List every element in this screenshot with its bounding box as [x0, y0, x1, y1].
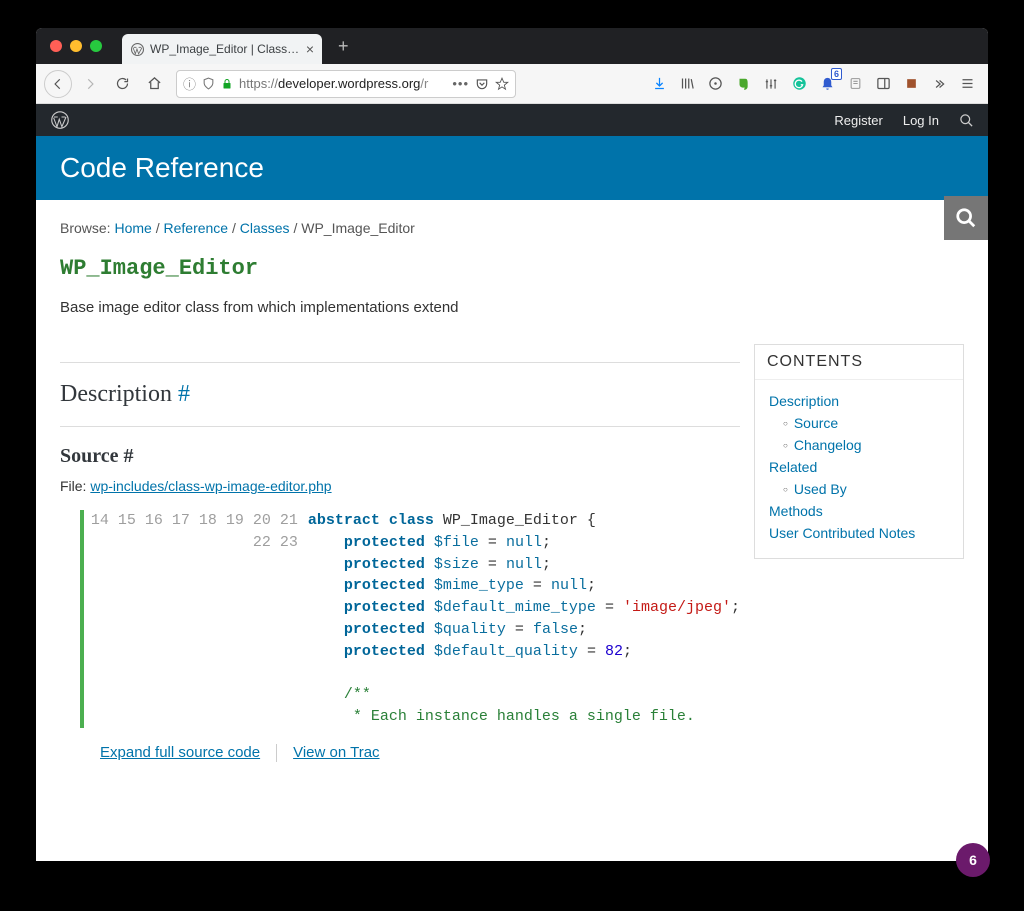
back-button[interactable] [44, 70, 72, 98]
page-header-title: Code Reference [60, 152, 964, 184]
url-text: https://developer.wordpress.org/r [239, 76, 446, 91]
url-bar[interactable]: ⓘ https://developer.wordpress.org/r ••• [176, 70, 516, 98]
new-tab-button[interactable]: + [330, 36, 357, 57]
download-icon[interactable] [646, 70, 672, 98]
extension-doc-icon[interactable] [842, 70, 868, 98]
page-header: Code Reference [36, 136, 988, 200]
forward-button[interactable] [76, 70, 104, 98]
wp-admin-bar: Register Log In [36, 104, 988, 136]
toc-used-by[interactable]: Used By [783, 478, 949, 500]
browser-toolbar: ⓘ https://developer.wordpress.org/r ••• [36, 64, 988, 104]
extension-circle-icon[interactable] [702, 70, 728, 98]
breadcrumb-home[interactable]: Home [114, 220, 151, 236]
code-content: abstract class WP_Image_Editor { protect… [308, 510, 740, 728]
page-actions-icon[interactable]: ••• [452, 76, 469, 91]
expand-source-link[interactable]: Expand full source code [100, 744, 260, 761]
login-link[interactable]: Log In [903, 113, 939, 128]
description-anchor[interactable]: # [178, 381, 190, 407]
register-link[interactable]: Register [834, 113, 882, 128]
toc-related[interactable]: Related [769, 456, 949, 478]
extensions-row: 6 [646, 70, 980, 98]
source-file-line: File: wp-includes/class-wp-image-editor.… [60, 478, 740, 494]
source-file-link[interactable]: wp-includes/class-wp-image-editor.php [90, 478, 331, 494]
shield-icon[interactable] [202, 77, 215, 90]
browser-window: WP_Image_Editor | Class | Word × + ⓘ [36, 28, 988, 861]
wordpress-logo-icon[interactable] [50, 110, 70, 130]
toc-source[interactable]: Source [783, 412, 949, 434]
source-anchor[interactable]: # [124, 445, 134, 467]
main-column: Description # Source # File: wp-includes… [60, 344, 740, 762]
library-icon[interactable] [674, 70, 700, 98]
grammarly-icon[interactable] [786, 70, 812, 98]
minimize-window-button[interactable] [70, 40, 82, 52]
contents-box: CONTENTS Description Source Changelog Re… [754, 344, 964, 559]
window-controls [44, 40, 114, 52]
tab-title: WP_Image_Editor | Class | Word [150, 42, 300, 56]
sidebar-toggle-icon[interactable] [870, 70, 896, 98]
search-fab-button[interactable] [944, 196, 988, 240]
pocket-icon[interactable] [475, 77, 489, 91]
tab-close-icon[interactable]: × [306, 41, 314, 57]
notification-bell-icon[interactable]: 6 [814, 70, 840, 98]
scroll-count-badge[interactable]: 6 [956, 843, 990, 877]
breadcrumb-prefix: Browse: [60, 220, 111, 236]
breadcrumb: Browse: Home / Reference / Classes / WP_… [60, 220, 964, 236]
source-heading: Source # [60, 445, 740, 468]
close-window-button[interactable] [50, 40, 62, 52]
extension-sliders-icon[interactable] [758, 70, 784, 98]
wordpress-favicon-icon [130, 42, 144, 56]
breadcrumb-reference[interactable]: Reference [164, 220, 229, 236]
reload-button[interactable] [108, 70, 136, 98]
toc-methods[interactable]: Methods [769, 500, 949, 522]
titlebar: WP_Image_Editor | Class | Word × + [36, 28, 988, 64]
class-summary: Base image editor class from which imple… [60, 299, 964, 316]
description-heading: Description # [60, 381, 740, 408]
extension-square-icon[interactable] [898, 70, 924, 98]
search-top-icon[interactable] [959, 113, 974, 128]
notification-badge: 6 [831, 68, 842, 80]
source-code-block: 14 15 16 17 18 19 20 21 22 23 abstract c… [80, 510, 740, 728]
toc-user-notes[interactable]: User Contributed Notes [769, 522, 949, 544]
lock-icon[interactable] [221, 78, 233, 90]
menu-hamburger-icon[interactable] [954, 70, 980, 98]
evernote-icon[interactable] [730, 70, 756, 98]
page-title: WP_Image_Editor [60, 256, 964, 281]
bookmark-star-icon[interactable] [495, 77, 509, 91]
page-viewport: Register Log In Code Reference Browse: H… [36, 104, 988, 861]
view-trac-link[interactable]: View on Trac [293, 744, 379, 761]
overflow-icon[interactable] [926, 70, 952, 98]
toc-description[interactable]: Description [769, 390, 949, 412]
browser-tab[interactable]: WP_Image_Editor | Class | Word × [122, 34, 322, 64]
info-icon[interactable]: ⓘ [183, 74, 196, 93]
home-button[interactable] [140, 70, 168, 98]
toc-changelog[interactable]: Changelog [783, 434, 949, 456]
contents-heading: CONTENTS [755, 345, 963, 380]
breadcrumb-classes[interactable]: Classes [240, 220, 290, 236]
breadcrumb-current: WP_Image_Editor [301, 220, 415, 236]
maximize-window-button[interactable] [90, 40, 102, 52]
line-numbers: 14 15 16 17 18 19 20 21 22 23 [84, 510, 308, 728]
